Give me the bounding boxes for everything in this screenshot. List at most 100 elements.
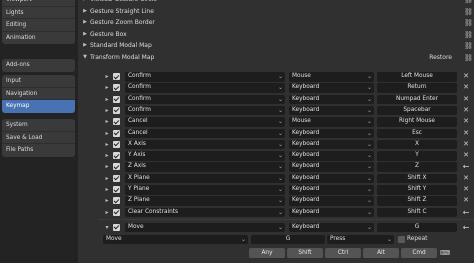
x-icon[interactable]: ✕ bbox=[461, 72, 471, 82]
input-type-select[interactable]: Keyboard ⌄ bbox=[289, 207, 374, 218]
expand-triangle-icon[interactable]: ▶ bbox=[81, 17, 89, 29]
key-input[interactable]: Shift C bbox=[377, 207, 457, 218]
left-arrow-icon[interactable]: ← bbox=[461, 208, 471, 218]
action-select[interactable]: Cancel ⌄ bbox=[125, 117, 285, 127]
action-select[interactable]: Confirm ⌄ bbox=[125, 83, 285, 93]
active-checkbox[interactable] bbox=[113, 223, 120, 231]
input-type-select[interactable]: Keyboard ⌄ bbox=[289, 185, 374, 195]
active-checkbox[interactable] bbox=[113, 118, 120, 126]
left-arrow-icon[interactable]: ← bbox=[461, 162, 471, 172]
action-select[interactable]: Z Axis ⌄ bbox=[125, 162, 285, 172]
modifier-any-button[interactable]: Any bbox=[249, 248, 285, 258]
sidebar-item-navigation[interactable]: Navigation bbox=[2, 88, 75, 100]
expand-item-icon[interactable]: ▸ bbox=[103, 95, 111, 104]
sidebar-item-add-ons[interactable]: Add-ons bbox=[2, 59, 75, 72]
active-checkbox[interactable] bbox=[113, 129, 120, 137]
link-icon[interactable]: ⛓ bbox=[464, 0, 473, 4]
property-select[interactable]: Move ⌄ bbox=[103, 234, 248, 245]
action-select[interactable]: Confirm ⌄ bbox=[125, 105, 285, 116]
key-input[interactable]: Esc bbox=[377, 128, 457, 138]
x-icon[interactable]: ✕ bbox=[461, 140, 471, 150]
active-checkbox[interactable] bbox=[113, 152, 120, 160]
expand-triangle-icon[interactable]: ▶ bbox=[81, 6, 89, 18]
input-type-select[interactable]: Keyboard ⌄ bbox=[289, 94, 374, 105]
keymap-category-row[interactable]: ▶ Gesture Box ⛓ bbox=[78, 29, 474, 41]
left-arrow-icon[interactable]: ← bbox=[461, 223, 471, 233]
sidebar-item-file-paths[interactable]: File Paths bbox=[2, 144, 75, 157]
sidebar-item-editing[interactable]: Editing bbox=[2, 19, 75, 32]
input-type-select[interactable]: Keyboard ⌄ bbox=[289, 162, 374, 172]
active-checkbox[interactable] bbox=[113, 163, 120, 171]
active-checkbox[interactable] bbox=[113, 140, 120, 148]
expand-item-icon[interactable]: ▸ bbox=[103, 106, 111, 115]
action-select[interactable]: Confirm ⌄ bbox=[125, 72, 285, 82]
action-select[interactable]: X Axis ⌄ bbox=[125, 139, 285, 150]
sidebar-item-keymap[interactable]: Keymap bbox=[2, 100, 75, 113]
x-icon[interactable]: ✕ bbox=[461, 117, 471, 127]
input-type-select[interactable]: Keyboard ⌄ bbox=[289, 222, 374, 233]
x-icon[interactable]: ✕ bbox=[461, 106, 471, 116]
expand-item-icon[interactable]: ▸ bbox=[103, 140, 111, 149]
x-icon[interactable]: ✕ bbox=[461, 129, 471, 139]
key-input[interactable]: G bbox=[251, 234, 325, 245]
active-checkbox[interactable] bbox=[113, 73, 120, 80]
action-select[interactable]: Move ⌄ bbox=[125, 222, 285, 233]
expand-item-icon[interactable]: ▸ bbox=[103, 72, 111, 81]
sidebar-item-animation[interactable]: Animation bbox=[2, 32, 75, 45]
link-icon[interactable]: ⛓ bbox=[464, 19, 473, 27]
expand-item-icon[interactable]: ▸ bbox=[103, 151, 111, 160]
active-checkbox[interactable] bbox=[113, 84, 120, 92]
x-icon[interactable]: ✕ bbox=[461, 174, 471, 184]
modifier-shift-button[interactable]: Shift bbox=[287, 248, 323, 258]
key-input[interactable]: Y bbox=[377, 151, 457, 161]
key-input[interactable]: Shift X bbox=[377, 173, 457, 184]
input-type-select[interactable]: Keyboard ⌄ bbox=[289, 83, 374, 93]
expand-triangle-icon[interactable]: ▶ bbox=[81, 40, 89, 52]
key-input[interactable]: Z bbox=[377, 162, 457, 172]
collapse-item-icon[interactable]: ▾ bbox=[103, 223, 111, 232]
expand-item-icon[interactable]: ▸ bbox=[103, 162, 111, 171]
active-checkbox[interactable] bbox=[113, 95, 120, 103]
modifier-ctrl-button[interactable]: Ctrl bbox=[325, 248, 361, 258]
key-input[interactable]: Spacebar bbox=[377, 105, 457, 116]
key-input[interactable]: Numpad Enter bbox=[377, 94, 457, 105]
expand-item-icon[interactable]: ▸ bbox=[103, 208, 111, 217]
modifier-alt-button[interactable]: Alt bbox=[363, 248, 399, 258]
collapse-triangle-icon[interactable]: ▼ bbox=[81, 52, 89, 64]
input-type-select[interactable]: Keyboard ⌄ bbox=[289, 173, 374, 184]
x-icon[interactable]: ✕ bbox=[461, 185, 471, 195]
sidebar-item-lights[interactable]: Lights bbox=[2, 7, 75, 19]
input-type-select[interactable]: Keyboard ⌄ bbox=[289, 105, 374, 116]
restore-button[interactable]: Restore bbox=[429, 52, 452, 64]
modifier-cmd-button[interactable]: Cmd bbox=[401, 248, 437, 258]
keymap-category-row[interactable]: ▼ Transform Modal Map Restore ⛓ bbox=[78, 52, 474, 64]
x-icon[interactable]: ✕ bbox=[461, 151, 471, 161]
action-select[interactable]: Y Axis ⌄ bbox=[125, 151, 285, 161]
input-type-select[interactable]: Keyboard ⌄ bbox=[289, 196, 374, 206]
sidebar-item-input[interactable]: Input bbox=[2, 75, 75, 88]
expand-item-icon[interactable]: ▸ bbox=[103, 174, 111, 183]
key-modifier-icon[interactable]: ⌨ bbox=[440, 248, 450, 258]
key-input[interactable]: Shift Y bbox=[377, 185, 457, 195]
action-select[interactable]: Clear Constraints ⌄ bbox=[125, 207, 285, 218]
expand-item-icon[interactable]: ▸ bbox=[103, 129, 111, 138]
action-select[interactable]: Confirm ⌄ bbox=[125, 94, 285, 105]
key-input[interactable]: Left Mouse bbox=[377, 72, 457, 82]
key-input[interactable]: Return bbox=[377, 83, 457, 93]
input-type-select[interactable]: Keyboard ⌄ bbox=[289, 151, 374, 161]
action-select[interactable]: Y Plane ⌄ bbox=[125, 185, 285, 195]
key-input[interactable]: Shift Z bbox=[377, 196, 457, 206]
input-type-select[interactable]: Mouse ⌄ bbox=[289, 72, 374, 82]
action-select[interactable]: Z Plane ⌄ bbox=[125, 196, 285, 206]
repeat-checkbox[interactable] bbox=[398, 236, 405, 244]
sidebar-item-save-load[interactable]: Save & Load bbox=[2, 132, 75, 144]
x-icon[interactable]: ✕ bbox=[461, 95, 471, 105]
link-icon[interactable]: ⛓ bbox=[464, 8, 473, 16]
keymap-category-row[interactable]: ▶ Standard Modal Map ⛓ bbox=[78, 40, 474, 52]
key-input[interactable]: X bbox=[377, 139, 457, 150]
active-checkbox[interactable] bbox=[113, 186, 120, 193]
input-type-select[interactable]: Mouse ⌄ bbox=[289, 117, 374, 127]
keymap-category-row[interactable]: ▶ Gesture Zoom Border ⛓ bbox=[78, 17, 474, 29]
link-icon[interactable]: ⛓ bbox=[464, 42, 473, 50]
keymap-category-row[interactable]: ▶ Gesture Straight Line ⛓ bbox=[78, 6, 474, 18]
